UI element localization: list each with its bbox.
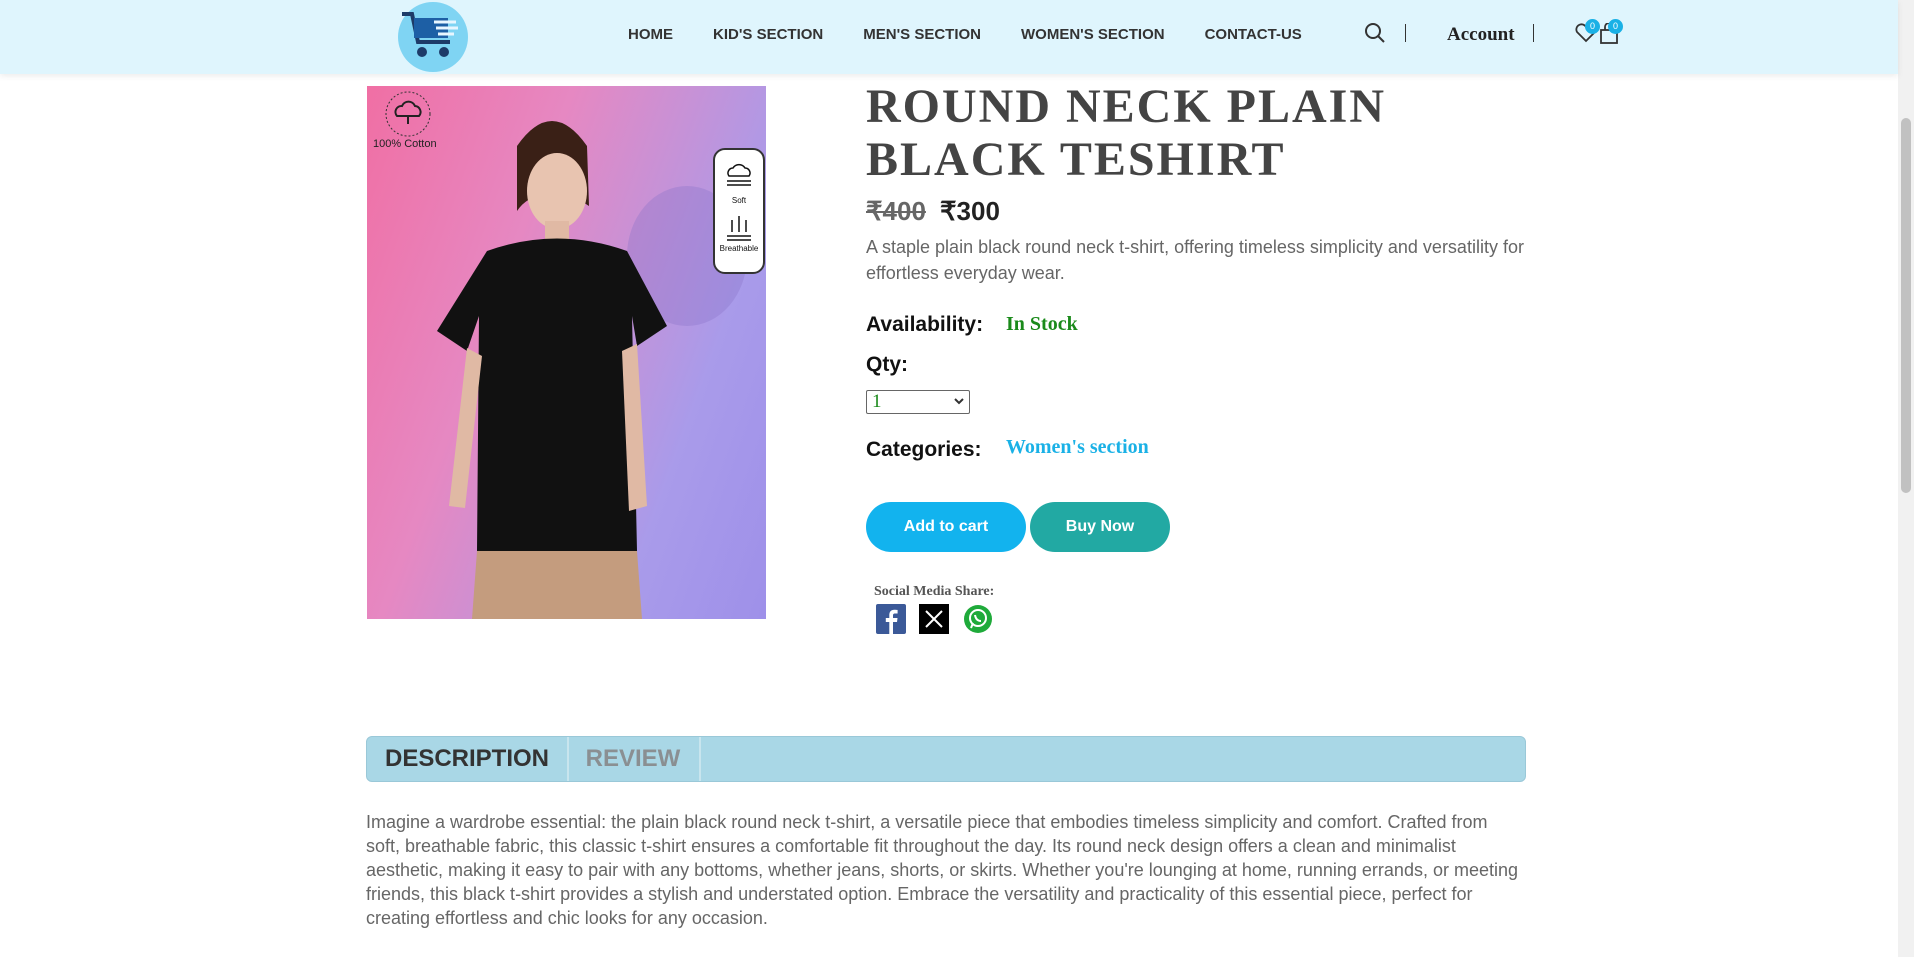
- buy-now-button[interactable]: Buy Now: [1030, 502, 1170, 552]
- cart-count-badge: 0: [1608, 19, 1623, 34]
- product-tabs: DESCRIPTION REVIEW: [366, 736, 1526, 782]
- chevron-down-icon: [954, 398, 964, 405]
- categories-label: Categories:: [866, 438, 982, 461]
- add-to-cart-button[interactable]: Add to cart: [866, 502, 1026, 552]
- model-illustration: [437, 121, 747, 619]
- scrollbar-thumb[interactable]: [1901, 118, 1911, 493]
- page-scrollbar[interactable]: [1898, 0, 1914, 957]
- nav-home[interactable]: HOME: [628, 26, 673, 43]
- cart-logo-icon[interactable]: [398, 2, 468, 72]
- tab-review[interactable]: REVIEW: [567, 737, 701, 781]
- nav-kids-section[interactable]: KID'S SECTION: [713, 26, 823, 43]
- feature-soft-label: Soft: [731, 196, 747, 205]
- qty-value: 1: [872, 391, 882, 412]
- social-share-label: Social Media Share:: [874, 584, 995, 599]
- whatsapp-icon[interactable]: [963, 604, 993, 634]
- heart-icon[interactable]: 0: [1575, 19, 1600, 48]
- availability-label: Availability:: [866, 313, 984, 336]
- search-icon[interactable]: [1364, 22, 1386, 49]
- facebook-icon[interactable]: [876, 604, 906, 634]
- header-divider: [1533, 24, 1534, 42]
- product-description: Imagine a wardrobe essential: the plain …: [366, 812, 1518, 928]
- availability-status: In Stock: [1006, 313, 1078, 335]
- tab-description[interactable]: DESCRIPTION: [367, 737, 569, 781]
- short-description: A staple plain black round neck t-shirt,…: [866, 237, 1524, 283]
- qty-select[interactable]: 1: [866, 390, 970, 414]
- x-twitter-icon[interactable]: [919, 604, 949, 634]
- shopping-bag-icon[interactable]: 0: [1598, 19, 1623, 50]
- current-price: ₹300: [940, 196, 1000, 226]
- account-link[interactable]: Account: [1447, 24, 1515, 46]
- old-price: ₹400: [866, 196, 926, 226]
- nav-contact-us[interactable]: CONTACT-US: [1205, 26, 1302, 43]
- main-nav: HOME KID'S SECTION MEN'S SECTION WOMEN'S…: [628, 26, 1342, 43]
- category-link[interactable]: Women's section: [1006, 436, 1149, 459]
- header-divider: [1405, 24, 1406, 42]
- product-title: ROUND NECK PLAIN BLACK TESHIRT: [866, 80, 1387, 186]
- nav-womens-section[interactable]: WOMEN'S SECTION: [1021, 26, 1165, 43]
- product-image: 100% Cotton Soft Breathable: [367, 86, 766, 619]
- feature-panel: Soft Breathable: [713, 148, 765, 274]
- nav-mens-section[interactable]: MEN'S SECTION: [863, 26, 981, 43]
- feature-breathable-label: Breathable: [719, 244, 759, 253]
- site-header: HOME KID'S SECTION MEN'S SECTION WOMEN'S…: [0, 0, 1898, 74]
- qty-label: Qty:: [866, 353, 908, 376]
